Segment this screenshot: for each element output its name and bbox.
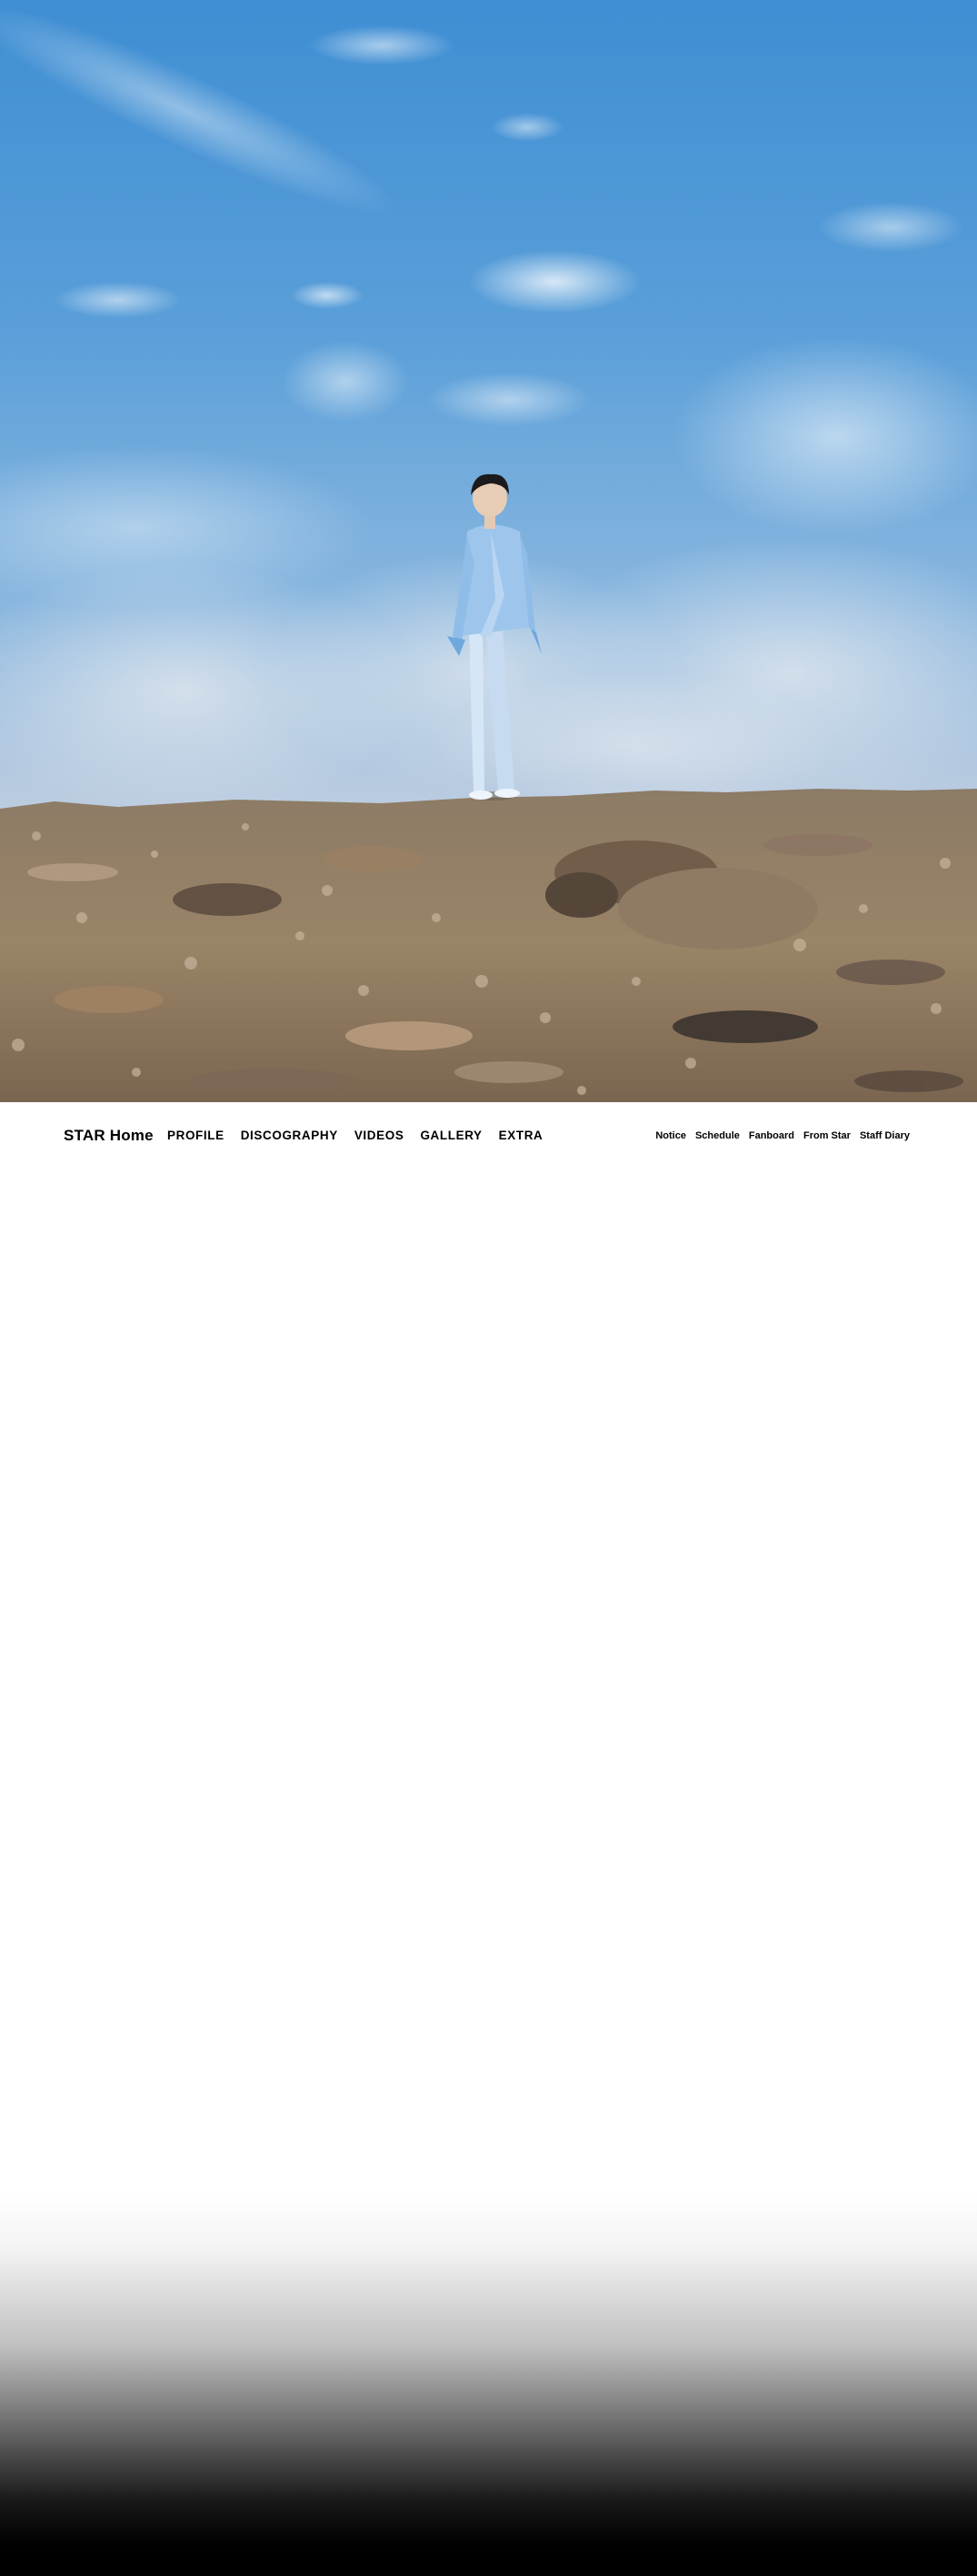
sub-nav-list: Notice Schedule Fanboard From Star Staff… <box>655 1130 910 1141</box>
main-nav-list: PROFILE DISCOGRAPHY VIDEOS GALLERY EXTRA <box>167 1129 543 1142</box>
sub-nav-item-staff-diary[interactable]: Staff Diary <box>860 1130 910 1141</box>
top-navigation: STAR Home PROFILE DISCOGRAPHY VIDEOS GAL… <box>0 1102 977 1177</box>
main-content-area <box>0 1177 977 2194</box>
hero-illustration <box>0 4 977 1102</box>
brand-home-link[interactable]: STAR Home <box>64 1127 154 1145</box>
nav-item-discography[interactable]: DISCOGRAPHY <box>241 1129 338 1142</box>
bottom-gradient-fade <box>0 2194 977 2576</box>
nav-item-videos[interactable]: VIDEOS <box>354 1129 404 1142</box>
sub-nav-item-schedule[interactable]: Schedule <box>695 1130 740 1141</box>
sub-nav-item-from-star[interactable]: From Star <box>803 1130 851 1141</box>
sub-nav-item-fanboard[interactable]: Fanboard <box>749 1130 794 1141</box>
nav-item-extra[interactable]: EXTRA <box>499 1129 543 1142</box>
nav-item-profile[interactable]: PROFILE <box>167 1129 224 1142</box>
page: STAR Home PROFILE DISCOGRAPHY VIDEOS GAL… <box>0 0 977 2576</box>
sub-nav-item-notice[interactable]: Notice <box>655 1130 686 1141</box>
hero-photo <box>0 0 977 1102</box>
nav-item-gallery[interactable]: GALLERY <box>420 1129 482 1142</box>
